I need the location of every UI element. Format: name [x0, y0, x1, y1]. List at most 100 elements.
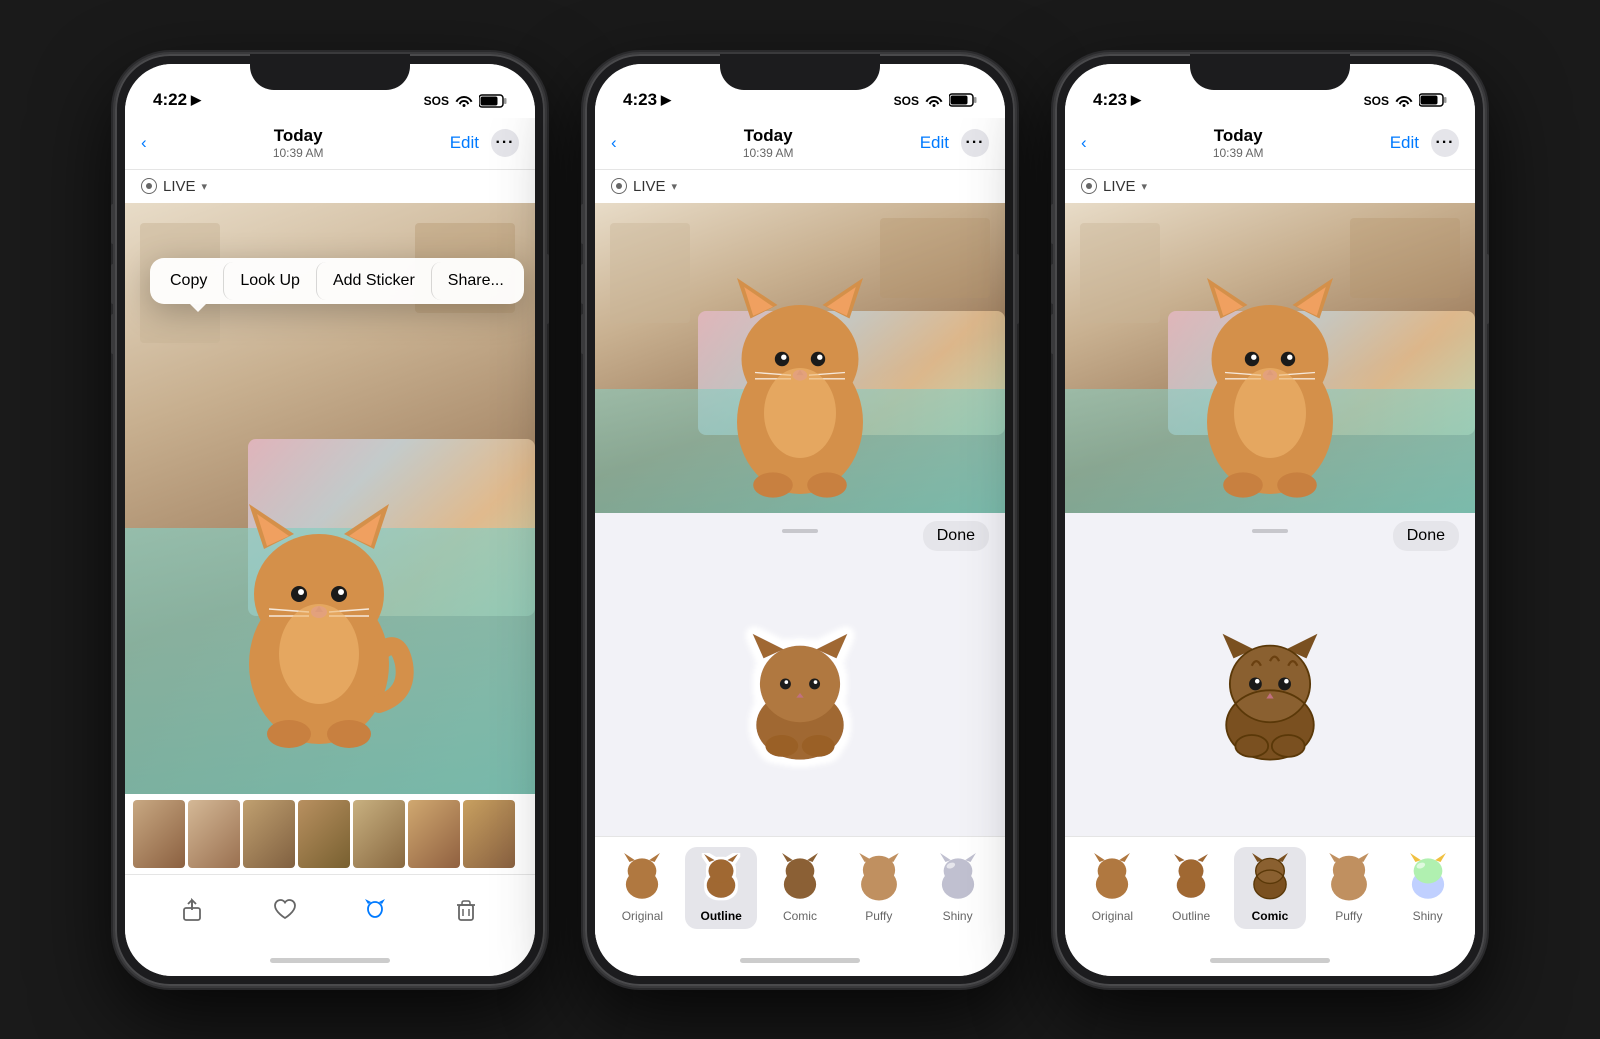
nav-bar-1: ‹ Today 10:39 AM Edit ···	[125, 118, 535, 170]
done-button-2[interactable]: Done	[923, 521, 989, 551]
live-bar-2: LIVE ▾	[595, 170, 1005, 203]
battery-icon-1	[479, 94, 507, 108]
sticker-comic-3[interactable]: Comic	[1234, 847, 1306, 929]
share-button-1[interactable]	[180, 896, 208, 924]
location-icon-1: ▶	[191, 92, 201, 108]
drag-handle-3	[1252, 529, 1288, 533]
done-button-3[interactable]: Done	[1393, 521, 1459, 551]
live-text-1: LIVE	[163, 178, 196, 195]
home-indicator-2	[595, 946, 1005, 976]
thumb-1[interactable]	[133, 800, 185, 868]
status-time-1: 4:22 ▶	[153, 90, 201, 110]
sticker-puffy-2[interactable]: Puffy	[843, 847, 915, 929]
context-menu-1: Copy Look Up Add Sticker Share...	[150, 258, 524, 304]
thumb-6[interactable]	[408, 800, 460, 868]
nav-actions-2: Edit ···	[920, 129, 989, 157]
drag-handle-2	[782, 529, 818, 533]
menu-arrow-1	[190, 304, 206, 312]
home-bar-2	[740, 958, 860, 963]
heart-button-1[interactable]	[271, 896, 299, 924]
sticker-options-2: Original Outline Comic	[595, 836, 1005, 946]
live-indicator-3	[1081, 178, 1097, 194]
sticker-options-3: Original Outline Comic	[1065, 836, 1475, 946]
menu-add-sticker[interactable]: Add Sticker	[316, 262, 431, 300]
battery-icon-2	[949, 93, 977, 110]
sticker-outline-3[interactable]: Outline	[1155, 847, 1227, 929]
notch-3	[1190, 54, 1350, 90]
sticker-preview-2	[595, 541, 1005, 836]
menu-copy[interactable]: Copy	[154, 262, 223, 300]
back-button-1[interactable]: ‹	[141, 133, 147, 153]
photo-area-2[interactable]	[595, 203, 1005, 513]
sticker-puffy-3[interactable]: Puffy	[1313, 847, 1385, 929]
bottom-toolbar-1	[125, 874, 535, 946]
phones-container: 4:22 ▶ SOS ‹ T	[115, 54, 1485, 986]
sticker-shiny-3[interactable]: Shiny	[1392, 847, 1464, 929]
edit-button-2[interactable]: Edit	[920, 133, 949, 153]
phone-3: 4:23 ▶ SOS ‹ T	[1055, 54, 1485, 986]
home-bar-3	[1210, 958, 1330, 963]
notch-1	[250, 54, 410, 90]
status-time-3: 4:23 ▶	[1093, 90, 1141, 110]
thumb-3[interactable]	[243, 800, 295, 868]
thumbnail-strip-1	[125, 794, 535, 874]
phone-1: 4:22 ▶ SOS ‹ T	[115, 54, 545, 986]
sticker-cat-outline	[735, 611, 865, 766]
nav-title-1: Today 10:39 AM	[273, 126, 324, 160]
nav-title-2: Today 10:39 AM	[743, 126, 794, 160]
trash-button-1[interactable]	[452, 896, 480, 924]
sticker-original-2[interactable]: Original	[606, 847, 678, 929]
menu-lookup[interactable]: Look Up	[223, 262, 316, 300]
screen-1: 4:22 ▶ SOS ‹ T	[125, 64, 535, 976]
live-chevron-1: ▾	[202, 180, 208, 193]
status-icons-1: SOS	[424, 93, 507, 110]
sticker-panel-3: Done	[1065, 513, 1475, 946]
nav-actions-3: Edit ···	[1390, 129, 1459, 157]
status-icons-2: SOS	[894, 93, 977, 110]
live-bar-1: LIVE ▾	[125, 170, 535, 203]
wifi-icon-1	[455, 93, 473, 110]
nav-title-3: Today 10:39 AM	[1213, 126, 1264, 160]
sticker-outline-2[interactable]: Outline	[685, 847, 757, 929]
thumb-7[interactable]	[463, 800, 515, 868]
sticker-shiny-2[interactable]: Shiny	[922, 847, 994, 929]
photo-area-3[interactable]	[1065, 203, 1475, 513]
thumb-5[interactable]	[353, 800, 405, 868]
nav-bar-3: ‹ Today 10:39 AM Edit ···	[1065, 118, 1475, 170]
sticker-original-3[interactable]: Original	[1076, 847, 1148, 929]
sticker-cat-comic	[1205, 611, 1335, 766]
pet-button-1[interactable]	[361, 896, 389, 924]
screen-3: 4:23 ▶ SOS ‹ T	[1065, 64, 1475, 976]
live-indicator-1	[141, 178, 157, 194]
location-icon-2: ▶	[661, 92, 671, 108]
home-indicator-1	[125, 946, 535, 976]
sos-1: SOS	[424, 94, 449, 108]
photo-area-1[interactable]: Copy Look Up Add Sticker Share...	[125, 203, 535, 794]
sticker-preview-3	[1065, 541, 1475, 836]
thumb-2[interactable]	[188, 800, 240, 868]
home-indicator-3	[1065, 946, 1475, 976]
phone-2: 4:23 ▶ SOS ‹ T	[585, 54, 1015, 986]
wifi-icon-3	[1395, 93, 1413, 110]
back-button-3[interactable]: ‹	[1081, 133, 1087, 153]
battery-icon-3	[1419, 93, 1447, 110]
more-button-3[interactable]: ···	[1431, 129, 1459, 157]
menu-share[interactable]: Share...	[431, 262, 520, 300]
more-button-1[interactable]: ···	[491, 129, 519, 157]
notch-2	[720, 54, 880, 90]
status-time-2: 4:23 ▶	[623, 90, 671, 110]
sos-3: SOS	[1364, 94, 1389, 108]
thumb-4[interactable]	[298, 800, 350, 868]
kitten-svg-1	[209, 454, 429, 754]
more-button-2[interactable]: ···	[961, 129, 989, 157]
sticker-comic-2[interactable]: Comic	[764, 847, 836, 929]
sos-2: SOS	[894, 94, 919, 108]
live-bar-3: LIVE ▾	[1065, 170, 1475, 203]
nav-bar-2: ‹ Today 10:39 AM Edit ···	[595, 118, 1005, 170]
edit-button-1[interactable]: Edit	[450, 133, 479, 153]
sticker-panel-2: Done	[595, 513, 1005, 946]
live-text-3: LIVE	[1103, 178, 1136, 195]
status-icons-3: SOS	[1364, 93, 1447, 110]
edit-button-3[interactable]: Edit	[1390, 133, 1419, 153]
back-button-2[interactable]: ‹	[611, 133, 617, 153]
